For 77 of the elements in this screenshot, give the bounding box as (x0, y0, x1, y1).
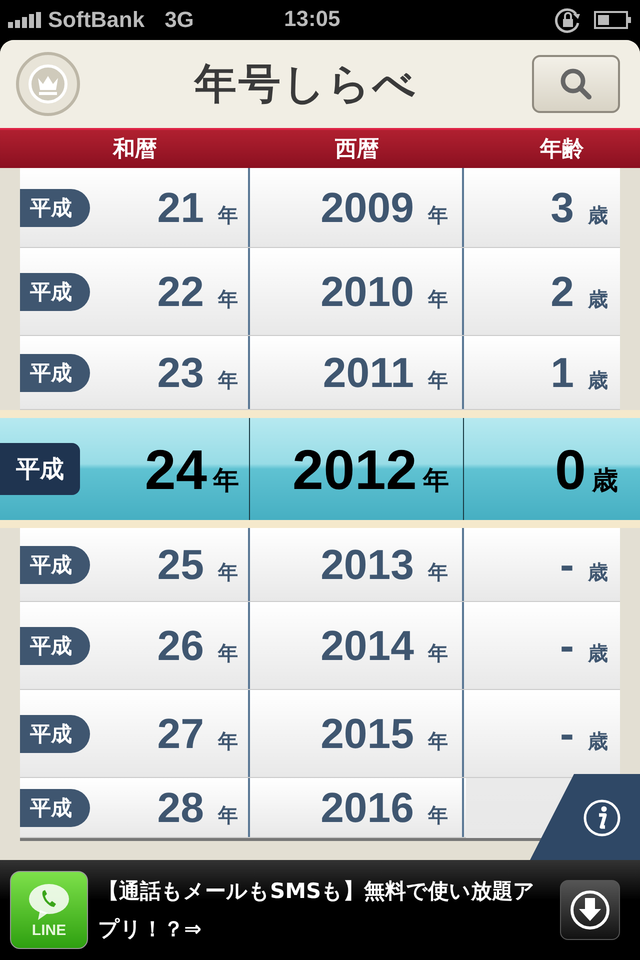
era-tag: 平成 (20, 626, 90, 664)
signal-icon (8, 12, 42, 28)
era-tag: 平成 (20, 714, 90, 752)
western-year: 2009 (320, 184, 414, 232)
year-unit: 年 (428, 802, 448, 828)
search-icon (558, 66, 594, 102)
era-tag: 平成 (20, 188, 90, 226)
download-button[interactable] (560, 880, 620, 940)
year-row[interactable]: 平成 25 年 2013 年 - 歳 (20, 528, 620, 602)
year-row[interactable]: 平成 26 年 2014 年 - 歳 (20, 602, 620, 690)
year-unit: 年 (218, 366, 238, 394)
year-unit: 年 (428, 202, 448, 228)
era-tag: 平成 (20, 354, 90, 392)
age-unit: 歳 (588, 640, 608, 666)
selected-row[interactable]: 平成 24 年 2012 年 0 歳 (0, 410, 640, 528)
ad-text[interactable]: 【通話もメールもSMSも】無料で使い放題アプリ！？⇒ (98, 872, 550, 948)
year-unit: 年 (428, 728, 448, 754)
year-unit: 年 (428, 558, 448, 586)
carrier-name: SoftBank (48, 7, 145, 33)
era-year: 21 (157, 184, 204, 232)
western-year: 2015 (320, 710, 414, 758)
year-unit: 年 (218, 558, 238, 586)
age: 2 (550, 268, 574, 316)
rotation-lock-icon (554, 6, 582, 34)
column-header: 年齢 (540, 136, 584, 164)
era-tag: 平成 (20, 788, 90, 826)
year-unit: 年 (428, 286, 448, 312)
era-year: 25 (157, 540, 204, 588)
year-unit: 年 (218, 802, 238, 828)
age: - (560, 540, 574, 588)
year-row[interactable]: 平成 22 年 2010 年 2 歳 (20, 248, 620, 336)
year-unit: 年 (218, 286, 238, 312)
year-unit: 年 (423, 464, 449, 498)
era-year: 23 (157, 348, 204, 396)
age-unit: 歳 (588, 366, 608, 394)
year-unit: 年 (428, 366, 448, 394)
era-year: 22 (157, 268, 204, 316)
era-tag: 平成 (20, 272, 90, 310)
age-unit: 歳 (588, 728, 608, 754)
network-type: 3G (164, 7, 194, 33)
year-unit: 年 (218, 202, 238, 228)
year-row[interactable]: 平成 28 年 2016 年 (20, 778, 466, 838)
year-row[interactable]: 平成 27 年 2015 年 - 歳 (20, 690, 620, 778)
age: 1 (550, 348, 574, 396)
column-header: 西暦 (335, 136, 379, 164)
age: 0 (554, 436, 586, 502)
year-row[interactable]: 平成 21 年 2009 年 3 歳 (20, 168, 620, 248)
year-unit: 年 (218, 640, 238, 666)
battery-icon (594, 10, 632, 30)
western-year: 2014 (320, 622, 414, 670)
western-year: 2010 (320, 268, 414, 316)
era-tag: 平成 (20, 546, 90, 584)
western-year: 2012 (292, 436, 417, 502)
year-unit: 年 (428, 640, 448, 666)
age-unit: 歳 (588, 558, 608, 586)
age-unit: 歳 (592, 464, 618, 498)
western-year: 2011 (322, 348, 414, 396)
year-unit: 年 (213, 464, 239, 498)
era-tag: 平成 (0, 443, 80, 495)
year-unit: 年 (218, 728, 238, 754)
era-year: 24 (144, 436, 207, 502)
western-year: 2013 (320, 540, 414, 588)
age-unit: 歳 (588, 202, 608, 228)
column-header: 和暦 (113, 136, 157, 164)
western-year: 2016 (320, 784, 414, 832)
era-year: 26 (157, 622, 204, 670)
age: - (560, 710, 574, 758)
era-year: 27 (157, 710, 204, 758)
app-title: 年号しらべ (194, 58, 418, 110)
clock: 13:05 (284, 6, 340, 32)
year-row[interactable]: 平成 23 年 2011 年 1 歳 (20, 336, 620, 410)
age-unit: 歳 (588, 286, 608, 312)
search-button[interactable] (532, 55, 620, 113)
age: - (560, 622, 574, 670)
era-year: 28 (157, 784, 204, 832)
crown-icon (28, 64, 68, 104)
age: 3 (550, 184, 574, 232)
